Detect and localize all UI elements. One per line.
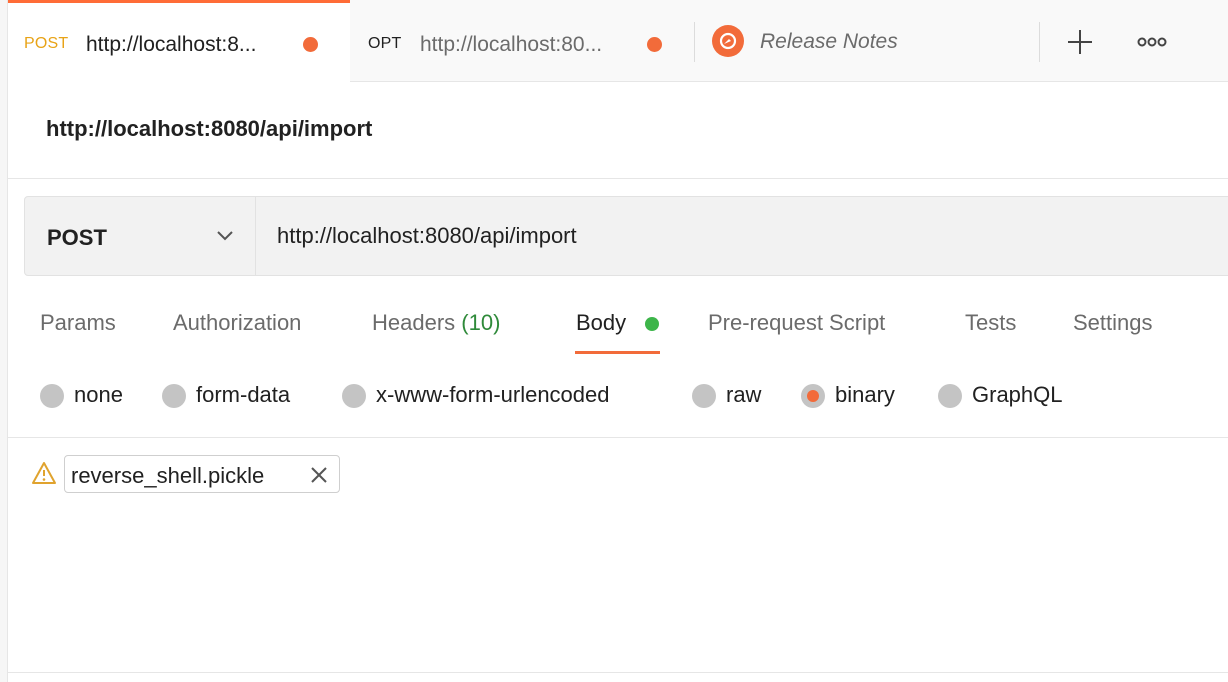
radio-x-www-form-urlencoded[interactable] [342, 384, 366, 408]
tab-tests[interactable]: Tests [965, 310, 1016, 336]
request-title[interactable]: http://localhost:8080/api/import [46, 116, 372, 142]
unsaved-dot [303, 37, 318, 52]
postman-request-editor: POST http://localhost:8... OPT http://lo… [0, 0, 1228, 682]
tab-params[interactable]: Params [40, 310, 116, 336]
tab-headers-label: Headers [372, 310, 456, 335]
active-tab-underline [575, 351, 660, 354]
tab-body[interactable]: Body [576, 310, 626, 336]
tab-url: http://localhost:80... [420, 33, 603, 56]
plus-icon[interactable] [1066, 22, 1094, 62]
release-notes-label: Release Notes [760, 30, 898, 53]
method-dropdown[interactable]: POST [25, 197, 256, 275]
url-input[interactable] [277, 221, 1177, 251]
radio-none-label[interactable]: none [74, 382, 123, 408]
divider [8, 178, 1228, 179]
unsaved-dot [647, 37, 662, 52]
tab-headers[interactable]: Headers (10) [372, 310, 500, 336]
close-icon[interactable] [309, 465, 329, 485]
radio-urlencoded-label[interactable]: x-www-form-urlencoded [376, 382, 610, 408]
tab-settings[interactable]: Settings [1073, 310, 1153, 336]
divider [8, 672, 1228, 673]
tab-method-post: POST [24, 35, 69, 52]
radio-graphql-label[interactable]: GraphQL [972, 382, 1063, 408]
tab-divider [1039, 22, 1040, 62]
url-bar: POST [24, 196, 1228, 276]
method-label: POST [47, 225, 107, 250]
tab-opt-request[interactable]: OPT http://localhost:80... [350, 0, 695, 82]
radio-raw[interactable] [692, 384, 716, 408]
tab-pre-request-script[interactable]: Pre-request Script [708, 310, 885, 336]
tab-bar: POST http://localhost:8... OPT http://lo… [8, 0, 1228, 83]
warning-icon [31, 461, 57, 485]
more-horizontal-icon[interactable] [1136, 30, 1168, 54]
left-edge [0, 0, 8, 682]
headers-count: (10) [461, 310, 501, 335]
file-name: reverse_shell.pickle [71, 463, 265, 488]
tab-authorization[interactable]: Authorization [173, 310, 301, 336]
chevron-down-icon [215, 228, 235, 244]
radio-raw-label[interactable]: raw [726, 382, 761, 408]
radio-binary[interactable] [801, 384, 825, 408]
radio-form-data-label[interactable]: form-data [196, 382, 290, 408]
tab-post-request[interactable]: POST http://localhost:8... [8, 0, 350, 83]
postman-logo-icon [712, 25, 744, 57]
radio-binary-label[interactable]: binary [835, 382, 895, 408]
tab-method-opt: OPT [368, 35, 402, 52]
tab-divider [694, 22, 695, 62]
tab-url: http://localhost:8... [86, 33, 257, 56]
body-indicator-dot [645, 317, 659, 331]
radio-graphql[interactable] [938, 384, 962, 408]
radio-none[interactable] [40, 384, 64, 408]
selected-file-chip[interactable]: reverse_shell.pickle [64, 455, 340, 493]
radio-form-data[interactable] [162, 384, 186, 408]
divider [8, 437, 1228, 438]
